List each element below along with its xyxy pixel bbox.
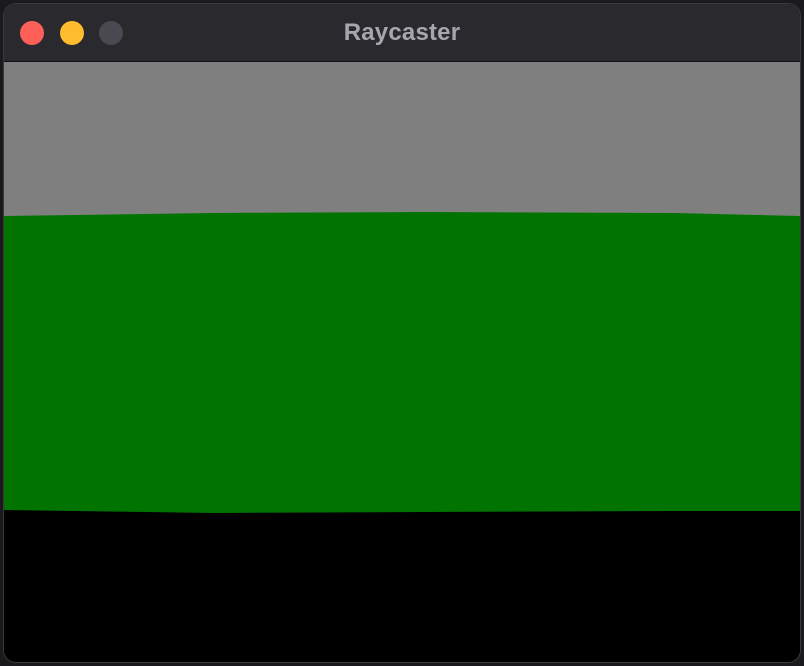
window-title: Raycaster	[343, 19, 461, 46]
game-viewport[interactable]	[4, 62, 800, 662]
title-bar[interactable]: Raycaster	[4, 4, 800, 62]
ceiling	[4, 62, 800, 218]
raycast-render	[4, 62, 800, 662]
floor	[4, 507, 800, 662]
wall-slice	[4, 212, 800, 513]
app-window: Raycaster	[4, 4, 800, 662]
